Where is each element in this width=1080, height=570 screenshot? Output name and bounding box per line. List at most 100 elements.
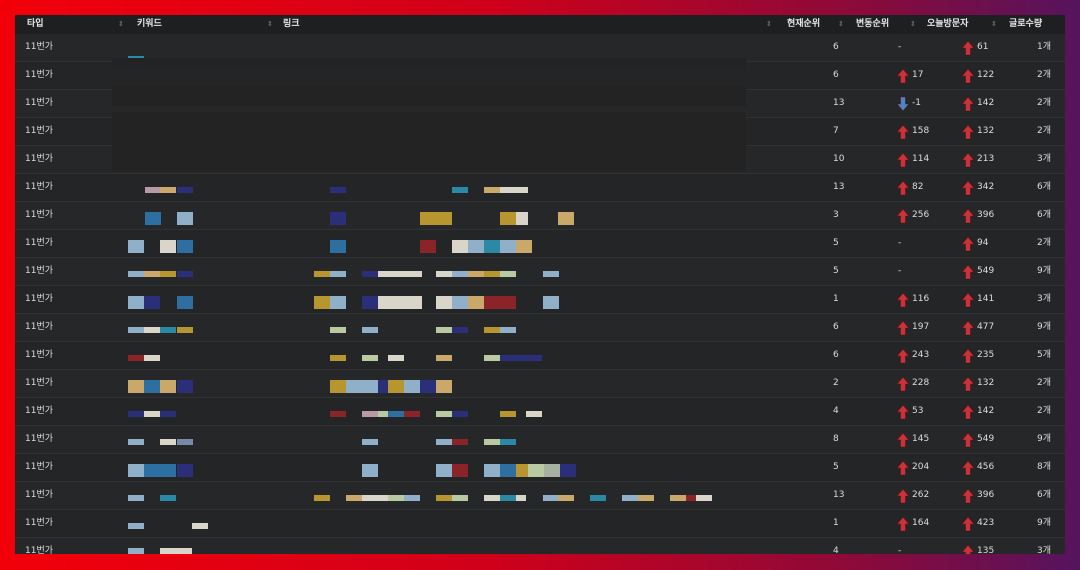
- cell-current-rank: 6: [833, 70, 839, 80]
- censor-block: [543, 495, 559, 501]
- sort-arrows-icon[interactable]: ⇕: [991, 15, 997, 34]
- red-up-arrow-icon: [961, 96, 975, 112]
- censor-block: [330, 240, 346, 253]
- table-row[interactable]: 11번가 4-135 3개: [15, 538, 1065, 554]
- censor-block: [145, 212, 161, 225]
- sort-arrows-icon[interactable]: ⇕: [838, 15, 844, 34]
- censor-block: [544, 464, 560, 477]
- table-row[interactable]: 11번가 6 243 235 5개: [15, 342, 1065, 370]
- cell-post-count: 2개: [1037, 70, 1052, 80]
- censor-block: [404, 495, 420, 501]
- censor-block: [500, 296, 516, 309]
- censor-block: [144, 327, 160, 333]
- censor-block: [436, 327, 452, 333]
- censor-block: [128, 523, 144, 529]
- cell-rank-change: -: [898, 238, 902, 248]
- table-row[interactable]: 11번가 2 228 132 2개: [15, 370, 1065, 398]
- censor-block: [177, 187, 193, 193]
- header-rank-change[interactable]: 변동순위: [856, 15, 889, 34]
- censor-block: [484, 187, 500, 193]
- censor-block: [484, 327, 500, 333]
- red-up-arrow-icon: [961, 68, 975, 84]
- cell-visitors-today: 94: [977, 238, 989, 248]
- censor-block: [378, 271, 422, 277]
- censor-block: [500, 464, 516, 477]
- red-up-arrow-icon: [896, 124, 910, 140]
- cell-visitors-today: 61: [977, 42, 989, 52]
- cell-current-rank: 5: [833, 238, 839, 248]
- censor-block: [500, 240, 516, 253]
- censor-block: [560, 464, 576, 477]
- censor-block: [128, 296, 144, 309]
- cell-current-rank: 13: [833, 182, 845, 192]
- cell-post-count: 5개: [1037, 350, 1052, 360]
- sort-arrows-icon[interactable]: ⇕: [910, 15, 916, 34]
- red-up-arrow-icon: [961, 516, 975, 532]
- table-row[interactable]: 11번가 4 53 142 2개: [15, 398, 1065, 426]
- censor-block: [404, 411, 420, 417]
- censor-block: [128, 240, 144, 253]
- censor-block: [590, 495, 606, 501]
- red-up-arrow-icon: [961, 432, 975, 448]
- data-table: 타입 ⇕ 키워드 ⇕ 링크 ⇕ 현재순위 ⇕ 변동순위 ⇕ 오늘방문자 ⇕ 글로…: [15, 15, 1065, 554]
- table-row[interactable]: 11번가 13 82 342 6개: [15, 174, 1065, 202]
- censor-block: [160, 411, 176, 417]
- header-current-rank[interactable]: 현재순위: [787, 15, 820, 34]
- censor-block: [516, 495, 526, 501]
- table-row[interactable]: 11번가 5-94 2개: [15, 230, 1065, 258]
- cell-current-rank: 10: [833, 154, 845, 164]
- cell-post-count: 3개: [1037, 294, 1052, 304]
- cell-post-count: 2개: [1037, 126, 1052, 136]
- red-up-arrow-icon: [896, 152, 910, 168]
- table-row[interactable]: 11번가 5-549 9개: [15, 258, 1065, 286]
- table-row[interactable]: 11번가 6 197 477 9개: [15, 314, 1065, 342]
- table-row[interactable]: 11번가 3 256 396 6개: [15, 202, 1065, 230]
- censor-block: [420, 240, 436, 253]
- cell-rank-change: -: [898, 266, 902, 276]
- red-up-arrow-icon: [961, 348, 975, 364]
- censor-block: [500, 212, 516, 225]
- red-up-arrow-icon: [896, 292, 910, 308]
- cell-rank-change: 164: [912, 518, 930, 528]
- censor-block: [388, 495, 404, 501]
- cell-post-count: 9개: [1037, 322, 1052, 332]
- censor-block: [500, 411, 516, 417]
- table-row[interactable]: 11번가 8 145 549 9개: [15, 426, 1065, 454]
- sort-arrows-icon[interactable]: ⇕: [766, 15, 772, 34]
- censor-block: [484, 271, 500, 277]
- table-row[interactable]: 11번가 5 204 456 8개: [15, 454, 1065, 482]
- censor-block: [436, 271, 452, 277]
- sort-arrows-icon[interactable]: ⇕: [267, 15, 273, 34]
- cell-post-count: 6개: [1037, 210, 1052, 220]
- cell-post-count: 6개: [1037, 182, 1052, 192]
- cell-post-count: 6개: [1037, 490, 1052, 500]
- header-type[interactable]: 타입: [27, 15, 44, 34]
- table-row[interactable]: 11번가 1 164 423 9개: [15, 510, 1065, 538]
- censor-block: [388, 411, 404, 417]
- red-up-arrow-icon: [961, 208, 975, 224]
- censor-block: [330, 212, 346, 225]
- cell-current-rank: 5: [833, 462, 839, 472]
- table-row[interactable]: 11번가 1 116 141 3개: [15, 286, 1065, 314]
- censor-block: [160, 187, 176, 193]
- censor-block: [177, 296, 193, 309]
- sort-arrows-icon[interactable]: ⇕: [118, 15, 124, 34]
- header-post-count[interactable]: 글로수량: [1009, 15, 1042, 34]
- censor-block: [638, 495, 654, 501]
- censor-block: [160, 380, 176, 393]
- censor-block: [378, 296, 422, 309]
- censor-block: [452, 327, 468, 333]
- cell-post-count: 2개: [1037, 98, 1052, 108]
- censor-block: [558, 212, 574, 225]
- censor-block: [696, 495, 712, 501]
- censor-block: [314, 296, 330, 309]
- header-link[interactable]: 링크: [283, 15, 300, 34]
- censor-block: [516, 464, 528, 477]
- censor-block: [128, 464, 144, 477]
- cell-post-count: 2개: [1037, 406, 1052, 416]
- header-visitors-today[interactable]: 오늘방문자: [927, 15, 968, 34]
- header-keyword[interactable]: 키워드: [137, 15, 162, 34]
- cell-visitors-today: 235: [977, 350, 995, 360]
- table-row[interactable]: 11번가 13 262 396 6개: [15, 482, 1065, 510]
- censor-block: [362, 439, 378, 445]
